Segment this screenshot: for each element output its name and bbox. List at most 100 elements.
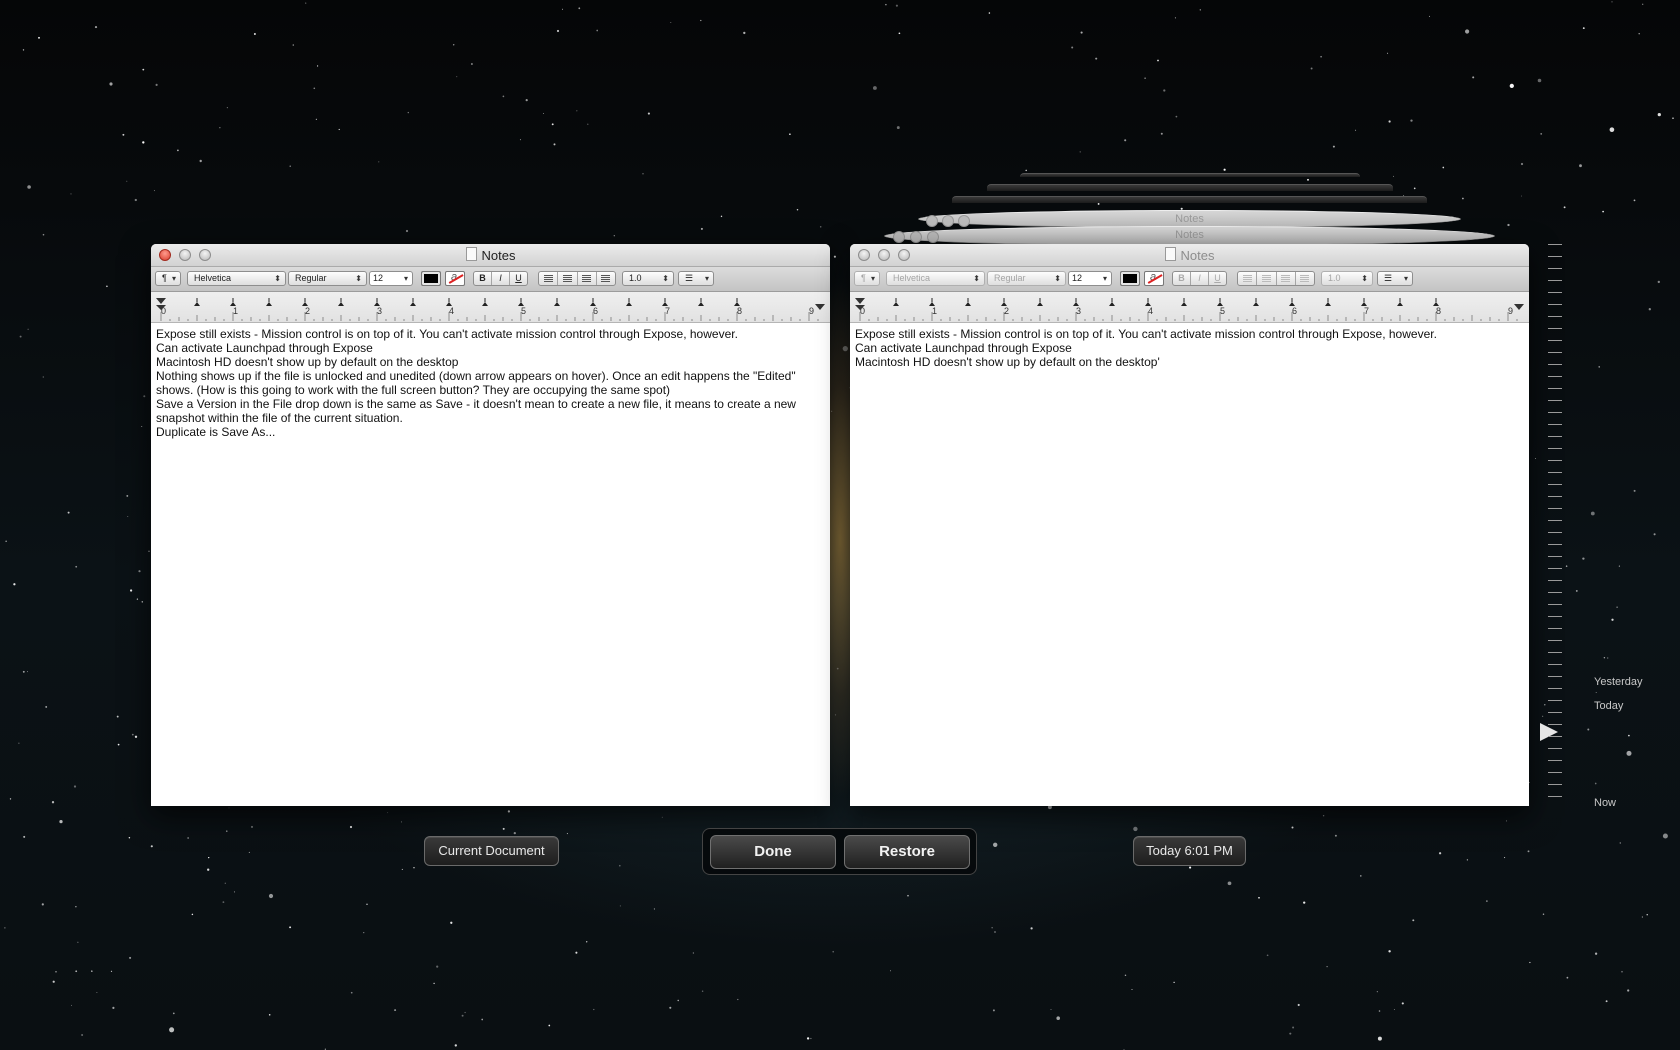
timeline-today-label[interactable]: Today <box>1594 700 1623 712</box>
tab-stop-marker[interactable] <box>1001 298 1007 306</box>
timeline-tick[interactable] <box>1548 664 1562 665</box>
stacked-version-window[interactable] <box>987 184 1393 191</box>
align-right-button[interactable] <box>578 272 597 285</box>
timeline-tick[interactable] <box>1548 724 1562 725</box>
bold-button[interactable]: B <box>1173 272 1191 285</box>
tab-stop-marker[interactable] <box>230 298 236 306</box>
timeline-tick[interactable] <box>1548 388 1562 389</box>
bold-button[interactable]: B <box>474 272 492 285</box>
timeline-tick[interactable] <box>1548 532 1562 533</box>
tab-stop-marker[interactable] <box>518 298 524 306</box>
font-style-popup[interactable]: Regular ⬍ <box>987 271 1066 286</box>
list-style-popup[interactable]: ☰ ▾ <box>678 271 714 286</box>
align-justify-button[interactable] <box>597 272 615 285</box>
timeline-tick[interactable] <box>1548 784 1562 785</box>
font-size-field[interactable]: 12 ▾ <box>369 271 413 286</box>
timeline-tick[interactable] <box>1548 412 1562 413</box>
list-style-popup[interactable]: ☰ ▾ <box>1377 271 1413 286</box>
tab-stop-marker[interactable] <box>698 298 704 306</box>
tab-stop-marker[interactable] <box>446 298 452 306</box>
tab-stop-marker[interactable] <box>374 298 380 306</box>
highlight-color-swatch[interactable]: a <box>1144 271 1164 286</box>
stacked-version-window[interactable] <box>952 196 1427 203</box>
paragraph-style-popup[interactable]: ¶ ▾ <box>854 271 880 286</box>
tab-stop-marker[interactable] <box>1217 298 1223 306</box>
timeline-tick[interactable] <box>1548 628 1562 629</box>
ruler[interactable]: 0 1 2 3 4 5 6 7 8 9 <box>850 292 1529 323</box>
text-color-swatch[interactable] <box>421 271 441 286</box>
timeline-tick[interactable] <box>1548 796 1562 797</box>
tab-stop-marker[interactable] <box>1145 298 1151 306</box>
timeline-tick[interactable] <box>1548 304 1562 305</box>
document-text-area[interactable]: Expose still exists - Mission control is… <box>151 323 830 443</box>
italic-button[interactable]: I <box>1191 272 1209 285</box>
ruler[interactable]: 0 1 2 3 4 5 6 7 8 9 <box>151 292 830 323</box>
tab-stop-marker[interactable] <box>734 298 740 306</box>
align-left-button[interactable] <box>1238 272 1258 285</box>
timeline-tick[interactable] <box>1548 352 1562 353</box>
timeline-tick[interactable] <box>1548 460 1562 461</box>
paragraph-style-popup[interactable]: ¶ ▾ <box>155 271 181 286</box>
timeline-now-label[interactable]: Now <box>1594 797 1616 809</box>
align-justify-button[interactable] <box>1296 272 1314 285</box>
timeline-tick[interactable] <box>1548 472 1562 473</box>
align-right-button[interactable] <box>1277 272 1296 285</box>
tab-stop-marker[interactable] <box>194 298 200 306</box>
timeline-tick[interactable] <box>1548 748 1562 749</box>
highlight-color-swatch[interactable]: a <box>445 271 465 286</box>
timeline-position-marker[interactable] <box>1540 723 1558 741</box>
timeline-tick[interactable] <box>1548 484 1562 485</box>
timeline-tick[interactable] <box>1548 436 1562 437</box>
timeline-tick[interactable] <box>1548 700 1562 701</box>
align-center-button[interactable] <box>1257 272 1277 285</box>
tab-stop-marker[interactable] <box>1181 298 1187 306</box>
timeline-tick[interactable] <box>1548 676 1562 677</box>
timeline-tick[interactable] <box>1548 280 1562 281</box>
current-document-window[interactable]: Notes ¶ ▾ Helvetica ⬍ Regular ⬍ 12 ▾ a B I U… <box>151 244 830 806</box>
underline-button[interactable]: U <box>510 272 527 285</box>
timeline-tick[interactable] <box>1548 400 1562 401</box>
stacked-version-window[interactable] <box>1020 173 1360 177</box>
timeline-tick[interactable] <box>1548 568 1562 569</box>
timeline-tick[interactable] <box>1548 292 1562 293</box>
timeline-tick[interactable] <box>1548 556 1562 557</box>
timeline-tick[interactable] <box>1548 424 1562 425</box>
timeline-tick[interactable] <box>1548 520 1562 521</box>
document-text-area[interactable]: Expose still exists - Mission control is… <box>850 323 1529 373</box>
tab-stop-marker[interactable] <box>1397 298 1403 306</box>
timeline-tick[interactable] <box>1548 640 1562 641</box>
timeline-tick[interactable] <box>1548 268 1562 269</box>
timeline-tick[interactable] <box>1548 736 1562 737</box>
tab-stop-marker[interactable] <box>554 298 560 306</box>
restore-button[interactable]: Restore <box>844 835 970 869</box>
tab-stop-marker[interactable] <box>626 298 632 306</box>
timeline-tick[interactable] <box>1548 448 1562 449</box>
tab-stop-marker[interactable] <box>338 298 344 306</box>
tab-stop-marker[interactable] <box>590 298 596 306</box>
align-left-button[interactable] <box>539 272 559 285</box>
timeline-tick[interactable] <box>1548 652 1562 653</box>
tab-stop-marker[interactable] <box>410 298 416 306</box>
font-style-popup[interactable]: Regular ⬍ <box>288 271 367 286</box>
version-timeline[interactable]: Yesterday Today Now <box>1540 236 1670 816</box>
timeline-tick[interactable] <box>1548 616 1562 617</box>
tab-stop-marker[interactable] <box>1361 298 1367 306</box>
window-titlebar[interactable]: Notes <box>151 244 830 267</box>
timeline-tick[interactable] <box>1548 712 1562 713</box>
tab-stop-marker[interactable] <box>302 298 308 306</box>
line-spacing-popup[interactable]: 1.0 ⬍ <box>622 271 674 286</box>
timeline-tick[interactable] <box>1548 376 1562 377</box>
tab-stop-marker[interactable] <box>1253 298 1259 306</box>
tab-stop-marker[interactable] <box>266 298 272 306</box>
right-margin-marker[interactable] <box>815 304 825 310</box>
font-size-field[interactable]: 12 ▾ <box>1068 271 1112 286</box>
line-spacing-popup[interactable]: 1.0 ⬍ <box>1321 271 1373 286</box>
timeline-tick[interactable] <box>1548 256 1562 257</box>
align-center-button[interactable] <box>558 272 578 285</box>
font-family-popup[interactable]: Helvetica ⬍ <box>886 271 985 286</box>
window-titlebar[interactable]: Notes <box>850 244 1529 267</box>
stacked-version-window[interactable]: Notes <box>884 226 1495 246</box>
tab-stop-marker[interactable] <box>1325 298 1331 306</box>
timeline-tick[interactable] <box>1548 340 1562 341</box>
font-family-popup[interactable]: Helvetica ⬍ <box>187 271 286 286</box>
